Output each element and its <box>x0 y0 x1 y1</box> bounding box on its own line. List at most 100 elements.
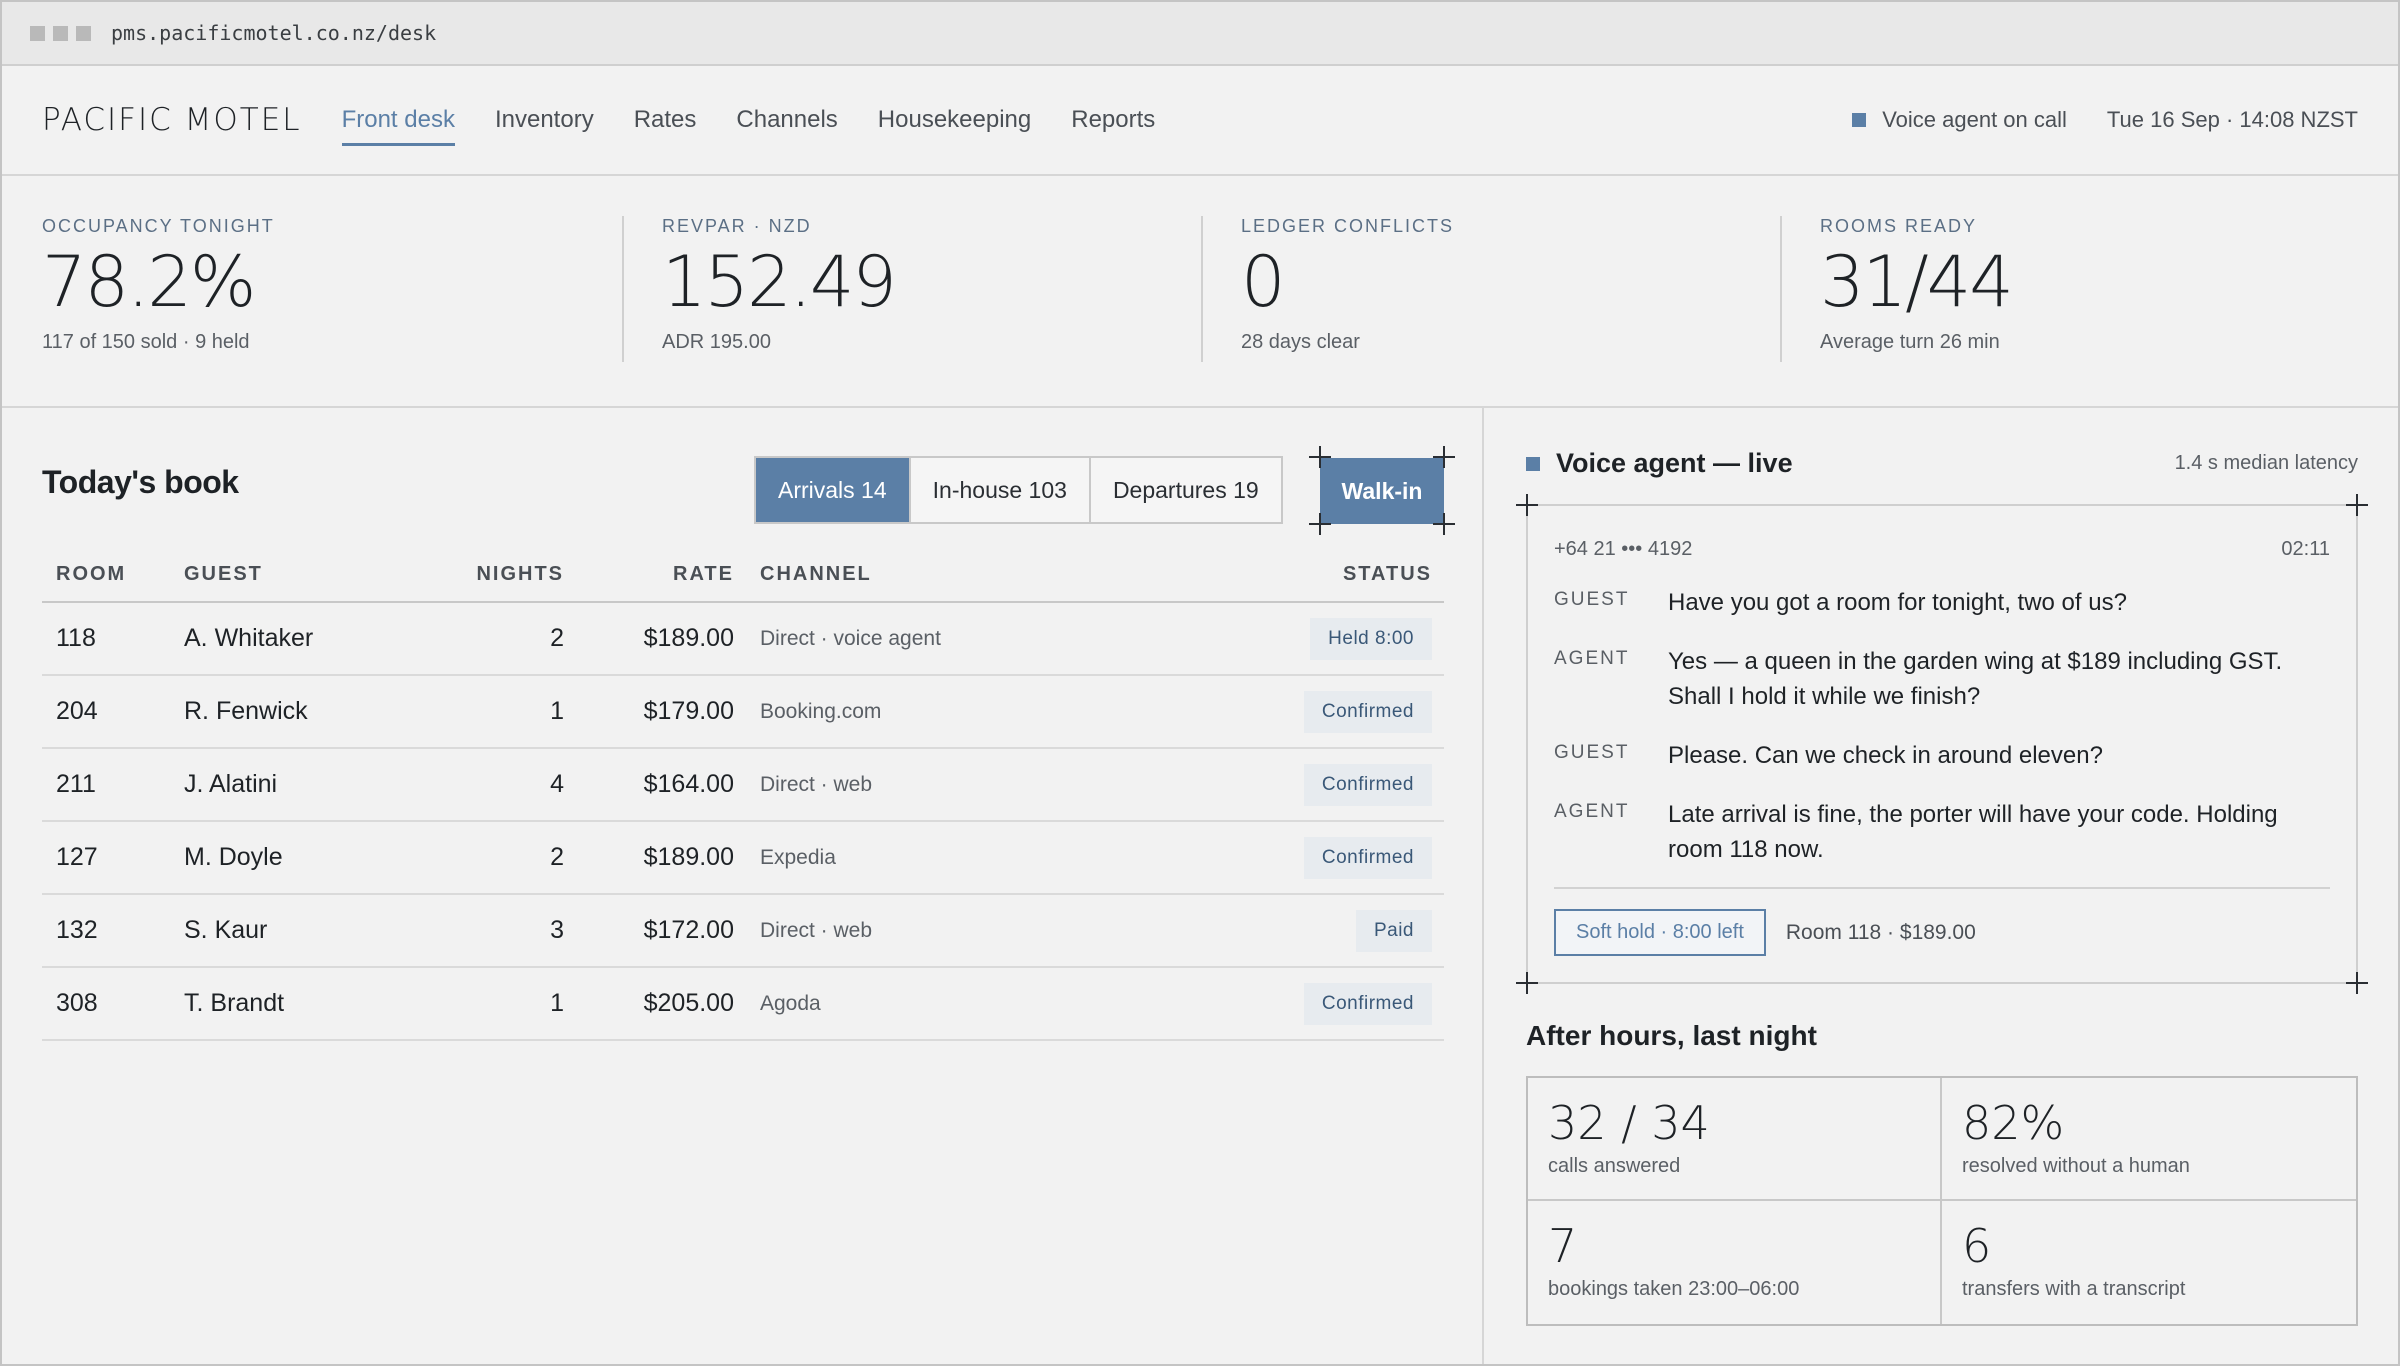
stat-transfers: 6 transfers with a transcript <box>1942 1201 2356 1324</box>
kpi-occupancy: OCCUPANCY TONIGHT 78.2% 117 of 150 sold … <box>42 216 622 406</box>
kpi-sub: 28 days clear <box>1241 331 1360 353</box>
utterance: Have you got a room for tonight, two of … <box>1668 589 2127 616</box>
latency-text: 1.4 s median latency <box>2174 452 2358 474</box>
todays-book-panel: Today's book Arrivals 14 In-house 103 De… <box>42 408 1455 1364</box>
cell-channel: Expedia <box>760 821 1160 895</box>
table-header-row: ROOM GUEST NIGHTS RATE CHANNEL STATUS <box>42 548 1444 603</box>
stat-value: 32 / 34 <box>1548 1096 1710 1150</box>
book-title: Today's book <box>42 464 239 500</box>
segment-departures[interactable]: Departures 19 <box>1090 458 1281 522</box>
window-control-icon[interactable] <box>30 25 45 41</box>
call-meta: +64 21 ••• 4192 02:11 <box>1554 538 2330 561</box>
table-row[interactable]: 127 M. Doyle 2 $189.00 Expedia Confirmed <box>42 821 1444 895</box>
crosshair-icon <box>1516 972 1538 994</box>
voice-status: Voice agent on call <box>1852 107 2067 133</box>
tab-housekeeping[interactable]: Housekeeping <box>878 98 1031 142</box>
cell-guest: S. Kaur <box>184 894 424 968</box>
col-guest[interactable]: GUEST <box>184 548 424 603</box>
top-nav: PACIFIC MOTEL Front desk Inventory Rates… <box>2 66 2398 176</box>
speaker-label: AGENT <box>1554 648 1630 669</box>
utterance: Late arrival is fine, the porter will ha… <box>1668 801 2278 863</box>
address-bar[interactable]: pms.pacificmotel.co.nz/desk <box>111 21 436 45</box>
cell-nights: 1 <box>424 675 564 749</box>
transcript-line: AGENT Yes — a queen in the garden wing a… <box>1554 644 2330 714</box>
cell-rate: $172.00 <box>564 894 760 968</box>
kpi-value: 152.49 <box>662 241 897 323</box>
table-row[interactable]: 118 A. Whitaker 2 $189.00 Direct · voice… <box>42 602 1444 676</box>
crosshair-icon <box>1433 513 1455 535</box>
cell-channel: Direct · web <box>760 748 1160 822</box>
cell-status: Held 8:00 <box>1160 602 1444 676</box>
cell-channel: Agoda <box>760 967 1160 1041</box>
cell-room: 132 <box>42 894 184 968</box>
stat-caption: calls answered <box>1548 1154 1681 1177</box>
cell-rate: $189.00 <box>564 602 760 676</box>
kpi-ledger-conflicts: LEDGER CONFLICTS 0 28 days clear <box>1203 216 1780 406</box>
stat-resolved: 82% resolved without a human <box>1942 1078 2356 1201</box>
nav-tabs: Front desk Inventory Rates Channels Hous… <box>341 98 1155 146</box>
tab-inventory[interactable]: Inventory <box>495 98 594 142</box>
crosshair-icon <box>2346 494 2368 516</box>
transcript-line: GUEST Please. Can we check in around ele… <box>1554 738 2330 773</box>
hold-footer: Soft hold · 8:00 left Room 118 · $189.00 <box>1554 887 2330 956</box>
book-filter-segment: Arrivals 14 In-house 103 Departures 19 <box>754 456 1283 524</box>
stat-caption: bookings taken 23:00–06:00 <box>1548 1277 1800 1300</box>
table-row[interactable]: 204 R. Fenwick 1 $179.00 Booking.com Con… <box>42 675 1444 749</box>
stat-caption: resolved without a human <box>1962 1154 2190 1177</box>
call-transcript: +64 21 ••• 4192 02:11 GUEST Have you got… <box>1516 494 2368 994</box>
tab-front-desk[interactable]: Front desk <box>341 98 456 146</box>
status-square-icon <box>1852 113 1867 127</box>
cell-nights: 2 <box>424 602 564 676</box>
cell-rate: $179.00 <box>564 675 760 749</box>
cell-nights: 4 <box>424 748 564 822</box>
tab-reports[interactable]: Reports <box>1071 98 1155 142</box>
app-window: pms.pacificmotel.co.nz/desk PACIFIC MOTE… <box>0 0 2400 1366</box>
segment-in-house[interactable]: In-house 103 <box>910 458 1091 522</box>
walk-in-button[interactable]: Walk-in <box>1320 458 1444 524</box>
crosshair-icon <box>1433 446 1455 468</box>
stat-value: 6 <box>1962 1219 1992 1273</box>
col-room[interactable]: ROOM <box>42 548 184 603</box>
cell-nights: 3 <box>424 894 564 968</box>
col-nights[interactable]: NIGHTS <box>424 548 564 603</box>
cell-guest: R. Fenwick <box>184 675 424 749</box>
table-row[interactable]: 211 J. Alatini 4 $164.00 Direct · web Co… <box>42 748 1444 822</box>
voice-status-text: Voice agent on call <box>1882 107 2067 132</box>
table-row[interactable]: 132 S. Kaur 3 $172.00 Direct · web Paid <box>42 894 1444 968</box>
window-control-icon[interactable] <box>76 25 91 41</box>
col-status[interactable]: STATUS <box>1160 548 1444 603</box>
kpi-sub: Average turn 26 min <box>1820 331 2000 353</box>
book-header: Today's book Arrivals 14 In-house 103 De… <box>42 446 1455 535</box>
cell-rate: $189.00 <box>564 821 760 895</box>
status-badge: Confirmed <box>1303 982 1432 1025</box>
kpi-sub: 117 of 150 sold · 9 held <box>42 331 250 353</box>
segment-arrivals[interactable]: Arrivals 14 <box>756 458 911 522</box>
tab-channels[interactable]: Channels <box>736 98 837 142</box>
kpi-label: OCCUPANCY TONIGHT <box>42 216 275 236</box>
caller-number: +64 21 ••• 4192 <box>1554 538 1693 560</box>
utterance: Yes — a queen in the garden wing at $189… <box>1668 648 2283 710</box>
kpi-label: REVPAR · NZD <box>662 216 812 236</box>
cell-channel: Booking.com <box>760 675 1160 749</box>
table-row[interactable]: 308 T. Brandt 1 $205.00 Agoda Confirmed <box>42 967 1444 1041</box>
crosshair-icon <box>1309 513 1331 535</box>
col-rate[interactable]: RATE <box>564 548 760 603</box>
utterance: Please. Can we check in around eleven? <box>1668 742 2103 769</box>
live-indicator-icon <box>1526 456 1540 471</box>
kpi-label: LEDGER CONFLICTS <box>1241 216 1455 236</box>
window-control-icon[interactable] <box>53 25 68 41</box>
cell-channel: Direct · web <box>760 894 1160 968</box>
col-channel[interactable]: CHANNEL <box>760 548 1160 603</box>
cell-guest: T. Brandt <box>184 967 424 1041</box>
tab-rates[interactable]: Rates <box>634 98 697 142</box>
main-area: Today's book Arrivals 14 In-house 103 De… <box>2 408 2398 1364</box>
cell-channel: Direct · voice agent <box>760 602 1160 676</box>
cell-status: Confirmed <box>1160 675 1444 749</box>
kpi-value: 31/44 <box>1820 241 2014 323</box>
stat-caption: transfers with a transcript <box>1962 1277 2186 1300</box>
cell-guest: J. Alatini <box>184 748 424 822</box>
bookings-table: ROOM GUEST NIGHTS RATE CHANNEL STATUS 11… <box>42 548 1444 1041</box>
cell-guest: A. Whitaker <box>184 602 424 676</box>
soft-hold-button[interactable]: Soft hold · 8:00 left <box>1554 909 1766 956</box>
window-controls <box>30 25 91 41</box>
